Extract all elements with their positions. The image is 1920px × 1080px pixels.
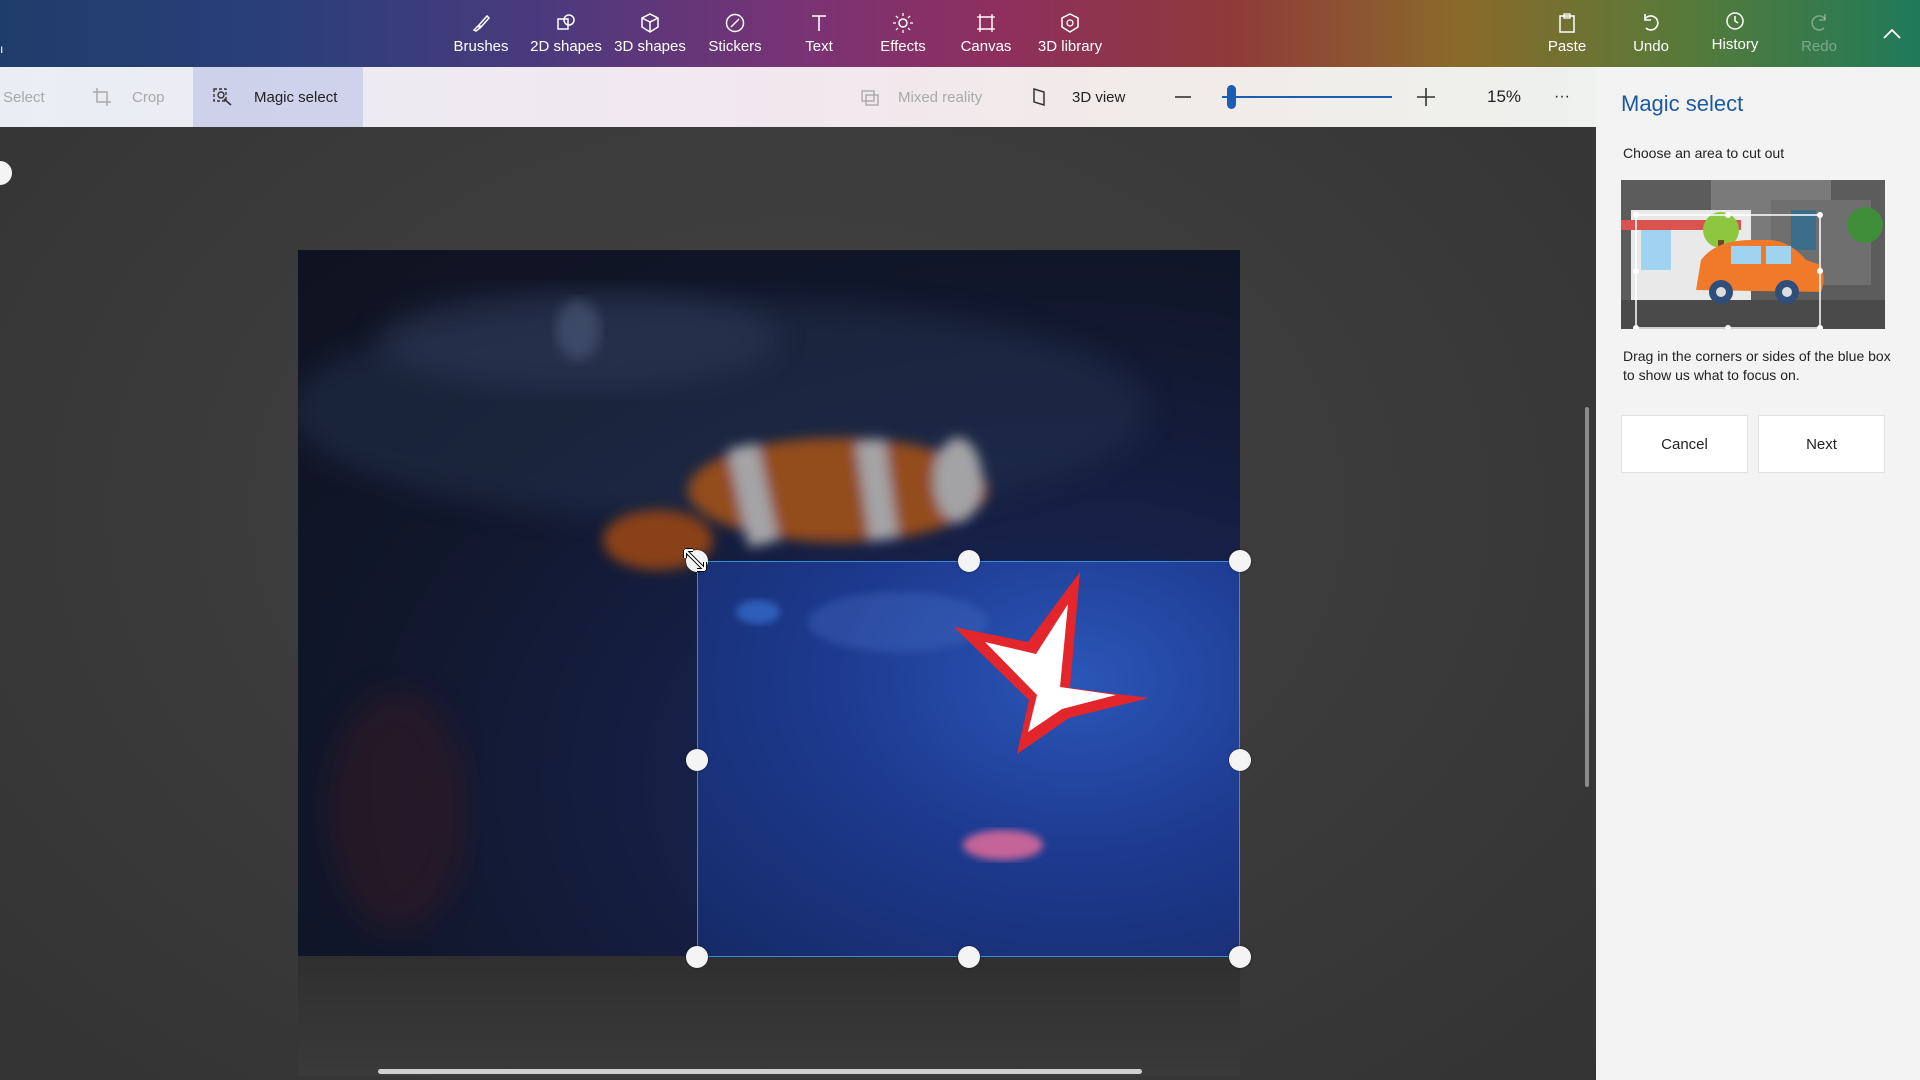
canvas-workspace[interactable] [0, 127, 1596, 1080]
resize-cursor-icon [683, 548, 707, 572]
plus-icon [1417, 88, 1435, 106]
crop-label: Crop [132, 88, 165, 106]
stickers-tool[interactable]: Stickers [693, 12, 777, 55]
zoom-out-button[interactable] [1173, 67, 1193, 127]
magic-select-icon [213, 88, 232, 106]
selection-handle-top-right[interactable] [1229, 550, 1251, 572]
history-label: History [1711, 36, 1759, 53]
collapse-ribbon-button[interactable] [1882, 26, 1902, 45]
selection-handle-bottom[interactable] [958, 946, 980, 968]
3d-shapes-label: 3D shapes [614, 38, 686, 55]
canvas-icon [977, 14, 995, 32]
redo-button[interactable]: Redo [1777, 12, 1861, 55]
magic-select-button[interactable]: Magic select [193, 67, 363, 127]
file-menu-fragment[interactable]: ı [0, 42, 6, 56]
selection-toolbar: Select Crop Magic select Mixed reality 3… [0, 67, 1596, 127]
history-icon [1726, 12, 1744, 30]
redo-icon [1811, 14, 1826, 31]
crop-button[interactable]: Crop [92, 67, 165, 127]
2d-shapes-tool[interactable]: 2D shapes [524, 12, 608, 55]
3d-view-button[interactable]: 3D view [1032, 67, 1125, 127]
chevron-up-icon [1883, 28, 1901, 39]
cancel-button[interactable]: Cancel [1621, 415, 1748, 473]
undo-label: Undo [1633, 38, 1669, 55]
undo-icon [1644, 14, 1659, 31]
canvas-tool[interactable]: Canvas [944, 12, 1028, 55]
3d-library-tool[interactable]: 3D library [1028, 12, 1112, 55]
panel-title: Magic select [1621, 91, 1744, 116]
panel-description: Drag in the corners or sides of the blue… [1623, 348, 1891, 383]
sticker-icon [725, 13, 745, 33]
paste-label: Paste [1547, 38, 1587, 55]
text-tool[interactable]: Text [777, 12, 861, 55]
2d-shapes-label: 2D shapes [530, 38, 602, 55]
brushes-tool[interactable]: Brushes [439, 12, 523, 55]
select-button[interactable]: Select [3, 67, 45, 127]
mixed-reality-icon [861, 90, 879, 106]
selection-handle-left[interactable] [686, 749, 708, 771]
3d-library-icon [1061, 13, 1079, 33]
image-reflection [298, 956, 1240, 1076]
paste-button[interactable]: Paste [1525, 12, 1609, 55]
selection-handle-bottom-left[interactable] [686, 946, 708, 968]
zoom-level-readout[interactable]: 15% [1487, 67, 1521, 127]
3d-shapes-tool[interactable]: 3D shapes [608, 12, 692, 55]
canvas-label: Canvas [960, 38, 1012, 55]
selection-handle-right[interactable] [1229, 749, 1251, 771]
paste-icon [1559, 13, 1575, 33]
brush-icon [472, 14, 491, 32]
effects-tool[interactable]: Effects [861, 12, 945, 55]
magic-select-label: Magic select [254, 88, 338, 106]
undo-button[interactable]: Undo [1609, 12, 1693, 55]
stickers-label: Stickers [708, 38, 762, 55]
effects-label: Effects [880, 38, 926, 55]
crop-icon [93, 88, 111, 106]
selection-handle-bottom-right[interactable] [1229, 946, 1251, 968]
next-button[interactable]: Next [1758, 415, 1885, 473]
zoom-slider-thumb[interactable] [1226, 85, 1236, 109]
car-illustration [1621, 180, 1885, 329]
zoom-in-button[interactable] [1415, 67, 1437, 127]
selection-handle-top[interactable] [958, 550, 980, 572]
magic-select-panel: Magic select Choose an area to cut out D… [1596, 67, 1920, 1080]
select-label: Select [3, 88, 45, 106]
vertical-scrollbar[interactable] [1585, 407, 1589, 787]
zoom-slider-track[interactable] [1222, 96, 1392, 98]
brushes-label: Brushes [453, 38, 509, 55]
mixed-reality-button[interactable]: Mixed reality [860, 67, 982, 127]
3d-library-label: 3D library [1037, 38, 1103, 55]
zoom-level-label: 15% [1487, 87, 1522, 106]
minus-icon [1175, 96, 1191, 98]
panel-subtitle: Choose an area to cut out [1623, 145, 1785, 161]
more-icon: ··· [1554, 88, 1570, 105]
3d-view-icon [1033, 87, 1045, 107]
horizontal-scrollbar[interactable] [378, 1069, 1142, 1074]
example-illustration [1621, 180, 1885, 329]
more-options-button[interactable]: ··· [1554, 67, 1570, 127]
history-button[interactable]: History [1693, 10, 1777, 53]
magic-select-box[interactable] [697, 561, 1240, 957]
star-sticker [954, 572, 1149, 754]
mixed-reality-label: Mixed reality [898, 88, 983, 106]
effects-icon [893, 13, 913, 33]
selection-content [736, 572, 1149, 860]
2d-shapes-icon [557, 14, 575, 30]
left-edge-handle[interactable] [0, 161, 12, 185]
top-ribbon: ı Brushes 2D shapes 3D shapes Stickers T… [0, 0, 1920, 67]
redo-label: Redo [1801, 38, 1837, 55]
text-icon [812, 15, 826, 31]
3d-shapes-icon [641, 13, 659, 33]
text-label: Text [805, 38, 833, 55]
3d-view-label: 3D view [1072, 88, 1126, 106]
